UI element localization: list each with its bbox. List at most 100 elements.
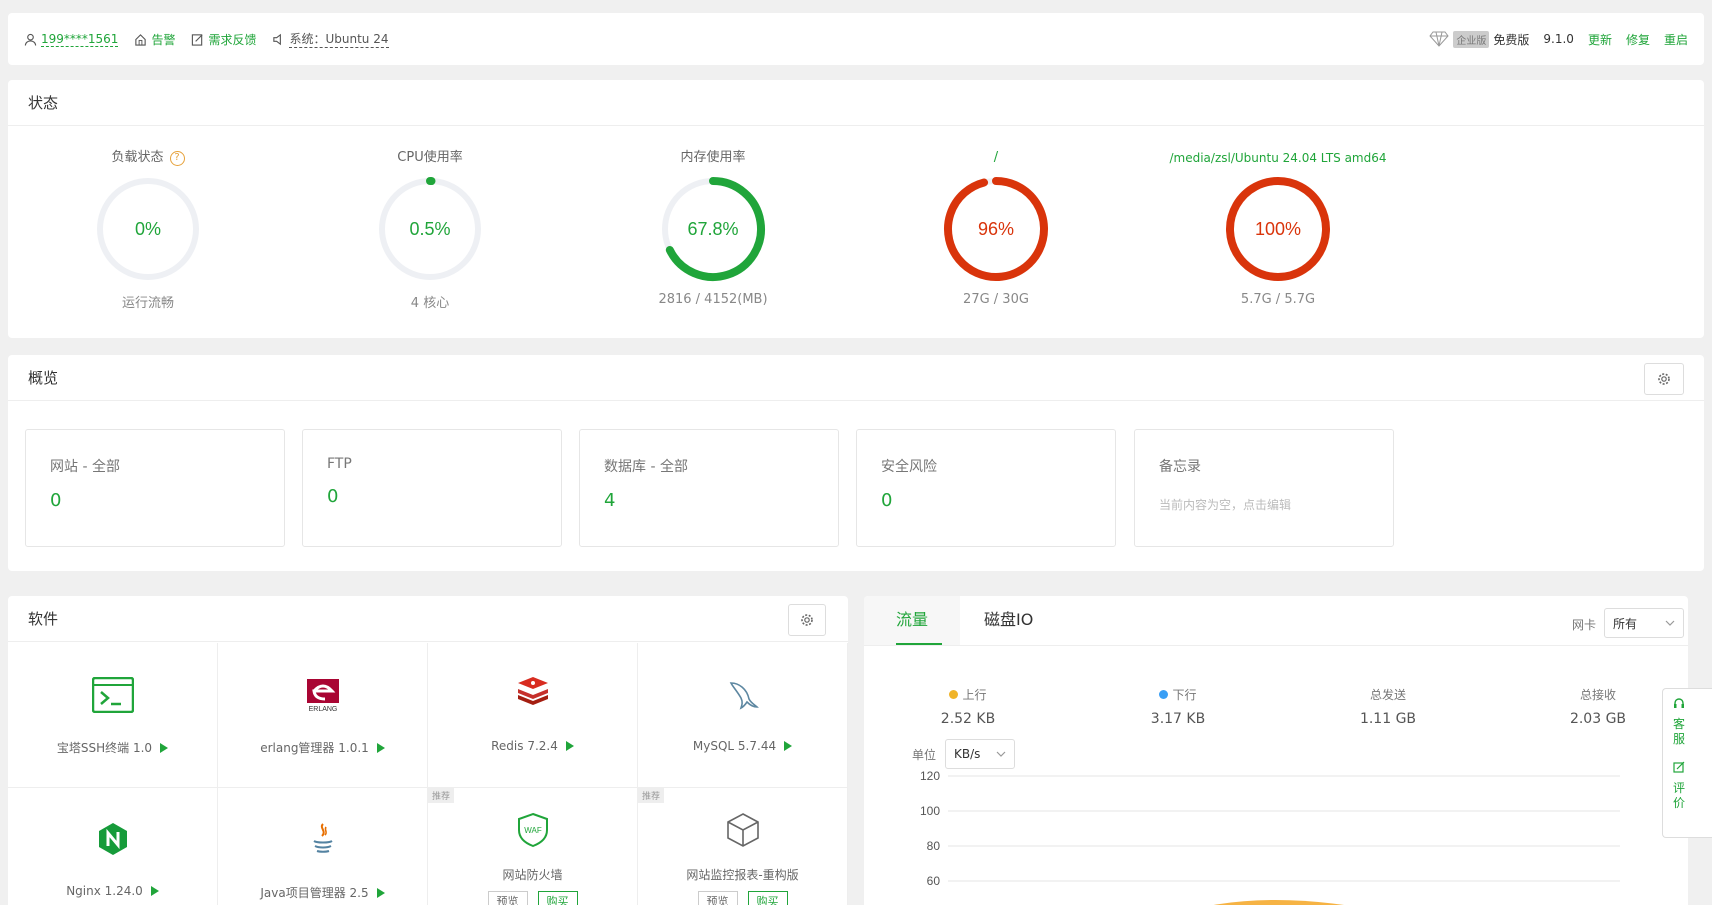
- traffic-panel: 流量 磁盘IO 网卡 所有 上行 2.52 KB 下行 3.17 KB 总发送 …: [864, 596, 1688, 905]
- download-dot: [1159, 690, 1169, 699]
- gauge-disk-root[interactable]: / 96% 27G / 30G: [896, 148, 1096, 307]
- stat-label: 总接收: [1579, 688, 1616, 702]
- java-icon: [312, 823, 333, 853]
- buy-button[interactable]: 购买: [747, 891, 788, 905]
- gauge-ring: 100%: [1226, 177, 1330, 281]
- edit-icon: [1673, 761, 1685, 773]
- buy-button[interactable]: 购买: [537, 891, 578, 905]
- stat-total-sent: 总发送 1.11 GB: [1328, 686, 1448, 727]
- gauge-memory[interactable]: 内存使用率 67.8% 2816 / 4152(MB): [613, 148, 813, 307]
- software-name: 宝塔SSH终端 1.0: [56, 741, 153, 755]
- chevron-down-icon: [1665, 620, 1675, 626]
- software-item-redis[interactable]: Redis 7.2.4: [428, 643, 638, 788]
- software-item-ssh[interactable]: 宝塔SSH终端 1.0: [8, 643, 218, 788]
- gauge-disk-media[interactable]: /media/zsl/Ubuntu 24.04 LTS amd64 100% 5…: [1138, 148, 1418, 307]
- gauge-cpu[interactable]: CPU使用率 0.5% 4 核心: [330, 148, 530, 311]
- card-value[interactable]: 0: [881, 490, 1091, 511]
- software-item-java[interactable]: Java项目管理器 2.5: [218, 788, 428, 905]
- phone-number[interactable]: 199****1561: [41, 32, 119, 47]
- alert-link[interactable]: 告警: [134, 31, 175, 48]
- software-item-erlang[interactable]: ERLANG erlang管理器 1.0.1: [218, 643, 428, 788]
- play-icon[interactable]: [150, 886, 159, 896]
- software-panel: 软件 宝塔SSH终端 1.0 ERLANG erlang管理器 1.0.1 Re…: [8, 596, 848, 905]
- software-settings-button[interactable]: [788, 604, 826, 636]
- software-item-nginx[interactable]: Nginx 1.24.0: [8, 788, 218, 905]
- software-name: 网站防火墙: [502, 868, 563, 882]
- system-label: 系统：Ubuntu 24: [289, 32, 389, 48]
- play-icon[interactable]: [160, 742, 169, 753]
- play-icon[interactable]: [784, 741, 793, 751]
- software-name: MySQL 5.7.44: [692, 739, 777, 753]
- home-alert-icon: [135, 33, 147, 46]
- unit-select[interactable]: KB/s: [945, 739, 1015, 769]
- overview-settings-button[interactable]: [1644, 363, 1684, 395]
- play-icon[interactable]: [565, 741, 574, 751]
- enterprise-badge: 企业版: [1453, 30, 1490, 48]
- user-account[interactable]: 199****1561: [24, 32, 119, 47]
- monitor-box-icon: [726, 813, 759, 847]
- card-title: 备忘录: [1159, 459, 1201, 475]
- repair-button[interactable]: 修复: [1626, 31, 1650, 48]
- stat-value: 2.03 GB: [1569, 711, 1627, 727]
- stat-value: 2.52 KB: [940, 711, 996, 727]
- nginx-icon: [98, 823, 127, 855]
- redis-icon: [517, 677, 548, 705]
- feedback-link[interactable]: 需求反馈: [191, 31, 256, 48]
- stat-download: 下行 3.17 KB: [1118, 686, 1238, 727]
- gear-icon: [1658, 373, 1670, 385]
- software-item-waf[interactable]: 推荐 WAF 网站防火墙 预览 购买: [428, 788, 638, 905]
- card-databases[interactable]: 数据库 - 全部 4: [579, 429, 839, 547]
- card-value[interactable]: 4: [604, 490, 814, 511]
- software-name: Nginx 1.24.0: [66, 884, 143, 898]
- card-value[interactable]: 0: [50, 490, 260, 511]
- floating-side-tab[interactable]: 客服 评价: [1662, 688, 1712, 838]
- service-label[interactable]: 客服: [1673, 717, 1687, 747]
- overview-panel: 概览 网站 - 全部 0 FTP 0 数据库 - 全部 4 安全风险 0 备忘录…: [8, 355, 1704, 571]
- play-icon[interactable]: [376, 887, 385, 898]
- waf-icon: WAF: [517, 812, 548, 848]
- card-memo[interactable]: 备忘录 当前内容为空，点击编辑: [1134, 429, 1394, 547]
- gauge-ring: 96%: [944, 177, 1048, 281]
- gauge-value: 96%: [978, 219, 1014, 239]
- gauge-load[interactable]: 负载状态? 0% 运行流畅: [48, 148, 248, 311]
- gauge-value: 0%: [135, 219, 161, 239]
- traffic-chart: 120 100 80 60: [920, 769, 1620, 905]
- nic-select[interactable]: 所有: [1604, 608, 1684, 638]
- nic-label: 网卡: [1572, 618, 1597, 632]
- gauge-label: 内存使用率: [680, 150, 746, 165]
- unit-label: 单位: [912, 748, 937, 762]
- y-tick-label: 120: [920, 769, 940, 783]
- stat-value: 3.17 KB: [1150, 711, 1206, 727]
- preview-button[interactable]: 预览: [697, 891, 738, 905]
- alert-label[interactable]: 告警: [151, 31, 175, 48]
- gauge-label: /: [993, 150, 999, 165]
- play-icon[interactable]: [376, 742, 385, 753]
- card-title: 安全风险: [881, 459, 937, 475]
- stat-upload: 上行 2.52 KB: [908, 686, 1028, 727]
- card-websites[interactable]: 网站 - 全部 0: [25, 429, 285, 547]
- unit-select-value: KB/s: [954, 747, 981, 761]
- review-label[interactable]: 评价: [1673, 781, 1687, 811]
- recommend-badge: 推荐: [638, 788, 665, 803]
- gauge-value: 100%: [1255, 219, 1301, 239]
- help-icon[interactable]: ?: [169, 150, 185, 166]
- update-button[interactable]: 更新: [1588, 31, 1612, 48]
- preview-button[interactable]: 预览: [487, 891, 528, 905]
- upload-area: [1214, 900, 1345, 905]
- card-value[interactable]: 0: [327, 486, 537, 507]
- card-title: 网站 - 全部: [50, 459, 120, 475]
- software-item-mysql[interactable]: MySQL 5.7.44: [638, 643, 848, 788]
- feedback-label[interactable]: 需求反馈: [208, 31, 256, 48]
- card-ftp[interactable]: FTP 0: [302, 429, 562, 547]
- memo-placeholder[interactable]: 当前内容为空，点击编辑: [1159, 496, 1369, 513]
- software-item-monitor[interactable]: 推荐 网站监控报表-重构版 预览 购买: [638, 788, 848, 905]
- restart-button[interactable]: 重启: [1664, 31, 1688, 48]
- tab-traffic[interactable]: 流量: [864, 596, 961, 645]
- y-tick-label: 80: [927, 839, 941, 853]
- gauge-label: CPU使用率: [397, 150, 463, 165]
- software-name: Java项目管理器 2.5: [260, 886, 369, 900]
- card-security-risk[interactable]: 安全风险 0: [856, 429, 1116, 547]
- upload-dot: [949, 690, 959, 699]
- tab-disk-io[interactable]: 磁盘IO: [960, 596, 1065, 645]
- gauge-sub: 运行流畅: [121, 296, 174, 311]
